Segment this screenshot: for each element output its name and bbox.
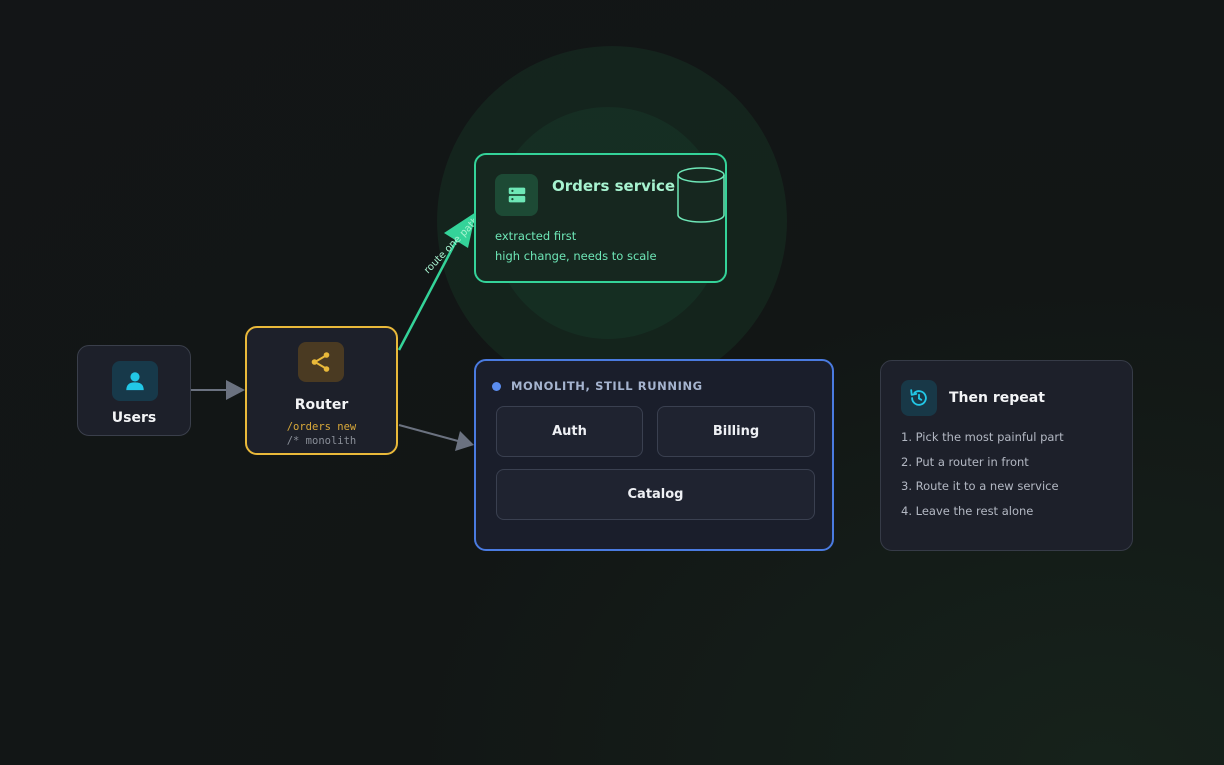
orders-service-title: Orders service (552, 177, 676, 195)
step-item: 3. Route it to a new service (901, 479, 1059, 493)
edge-users-router (191, 380, 245, 400)
module-auth[interactable]: Auth (496, 406, 643, 457)
rotate-ccw-icon (901, 380, 937, 416)
server-icon (495, 174, 538, 216)
share-icon (298, 342, 344, 382)
status-dot (492, 382, 501, 391)
orders-service-node[interactable]: Orders service extracted first high chan… (474, 153, 727, 283)
step-item: 1. Pick the most painful part (901, 430, 1064, 444)
monolith-node[interactable]: MONOLITH, STILL RUNNING Auth Billing Cat… (474, 359, 834, 551)
module-billing[interactable]: Billing (657, 406, 815, 457)
orders-note-reason: high change, needs to scale (495, 249, 657, 263)
users-label: Users (111, 410, 157, 426)
route-orders-new: /orders new (286, 421, 357, 433)
then-repeat-title: Then repeat (949, 390, 1045, 406)
router-label: Router (294, 397, 349, 413)
user-icon (112, 361, 158, 401)
database-icon (677, 167, 725, 223)
monolith-heading: MONOLITH, STILL RUNNING (511, 379, 703, 393)
router-node[interactable]: Router /orders new /* monolith (245, 326, 398, 455)
module-catalog[interactable]: Catalog (496, 469, 815, 520)
orders-note-extracted: extracted first (495, 229, 577, 243)
users-node[interactable]: Users (77, 345, 191, 436)
edge-router-monolith (398, 424, 474, 451)
then-repeat-card: Then repeat 1. Pick the most painful par… (880, 360, 1133, 551)
repeat-steps: 1. Pick the most painful part 2. Put a r… (901, 429, 1064, 527)
route-monolith: /* monolith (286, 435, 357, 447)
step-item: 2. Put a router in front (901, 454, 1029, 469)
step-item: 4. Leave the rest alone (901, 503, 1034, 518)
